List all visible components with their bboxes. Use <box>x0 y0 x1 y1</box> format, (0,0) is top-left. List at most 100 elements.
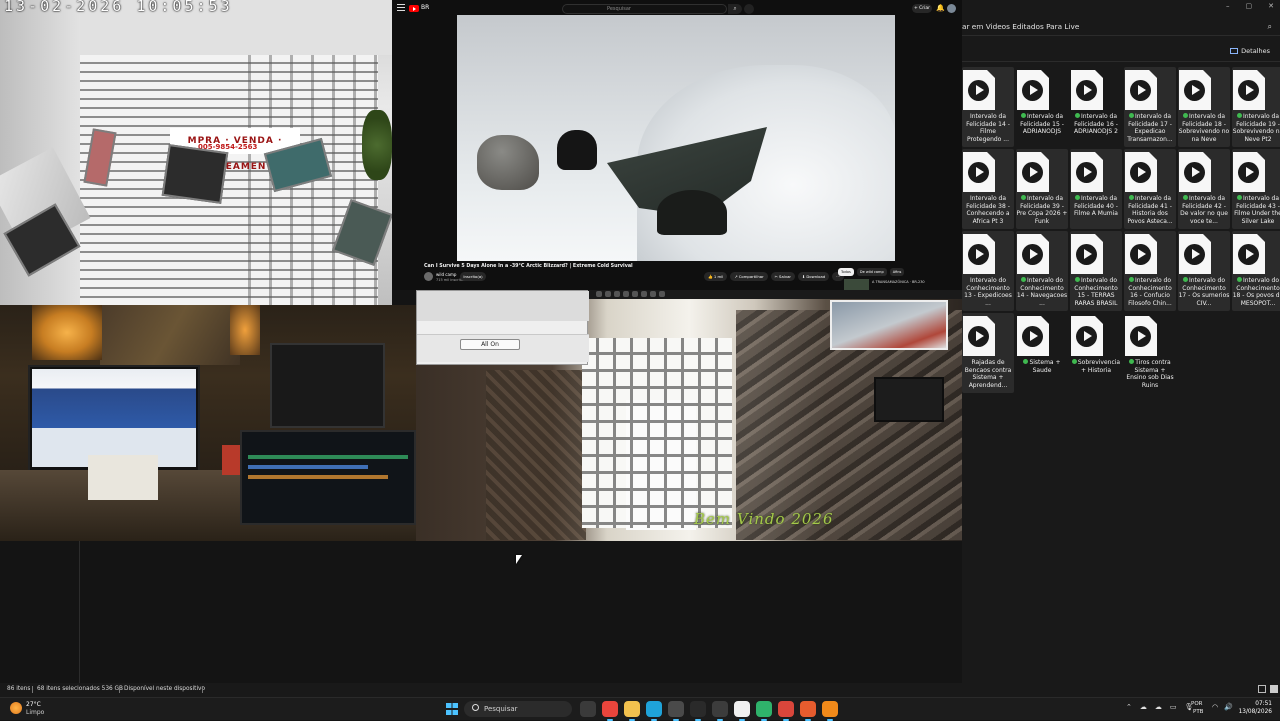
language-indicator[interactable]: POR <box>1191 701 1202 707</box>
onedrive-icon[interactable]: ☁ <box>1155 703 1162 711</box>
video-player[interactable] <box>457 15 895 261</box>
media-player-icon[interactable] <box>734 701 750 721</box>
green-app-icon[interactable] <box>756 701 772 721</box>
avatar[interactable] <box>947 4 956 13</box>
close-icon[interactable]: ✕ <box>1268 2 1274 10</box>
search-icon[interactable]: ⌕ <box>728 4 742 14</box>
menu-icon[interactable] <box>397 4 405 11</box>
obs-icon[interactable] <box>712 701 728 721</box>
weather-temperature[interactable]: 27°C <box>26 701 41 708</box>
file-item[interactable]: Intervalo da Felicidade 40 - Filme A Mum… <box>1070 149 1122 229</box>
channel-name[interactable]: wild camp <box>436 272 456 277</box>
chip-all[interactable]: Todos <box>838 268 854 276</box>
pane-divider[interactable] <box>79 541 80 684</box>
chrome-icon[interactable] <box>602 701 618 721</box>
file-item[interactable]: Intervalo da Felicidade 39 - Pre Copa 20… <box>1016 149 1068 229</box>
cloud-icon[interactable]: ☁ <box>1140 703 1147 711</box>
plant <box>362 110 392 180</box>
sync-status-icon <box>1020 113 1026 118</box>
save-button[interactable]: ✂ Salvar <box>770 272 795 281</box>
weather-icon[interactable] <box>10 702 22 714</box>
search-icon[interactable]: ⌕ <box>1268 22 1272 32</box>
file-name: Intervalo da Felicidade 14 - Filme Prote… <box>962 113 1014 143</box>
chip-related[interactable]: Afins <box>889 268 905 276</box>
youtube-search-input[interactable]: Pesquisar <box>562 4 727 14</box>
item-count: 86 itens <box>7 686 31 692</box>
file-name-text: Intervalo da Felicidade 14 - Filme Prote… <box>966 113 1010 143</box>
minimize-icon[interactable]: – <box>1226 2 1230 10</box>
calculator-icon[interactable] <box>668 701 684 721</box>
create-button[interactable]: + Criar <box>912 4 932 13</box>
address-path[interactable]: ar em Videos Editados Para Live <box>962 22 1079 31</box>
sync-status-icon <box>1236 277 1242 282</box>
clock-time[interactable]: 07:51 <box>1255 701 1272 707</box>
details-button[interactable]: Detalhes <box>1230 47 1270 55</box>
youtube-region: BR <box>421 4 430 11</box>
clock-date[interactable]: 13/08/2026 <box>1239 709 1272 715</box>
file-item[interactable]: Intervalo da Felicidade 43 - Filme Under… <box>1232 149 1280 229</box>
details-view-icon[interactable] <box>1258 685 1266 693</box>
maximize-icon[interactable]: ▢ <box>1246 2 1253 10</box>
suggested-video-title[interactable]: A TRANSAMAZÔNICA · BR-230 <box>872 280 925 284</box>
task-view-icon[interactable] <box>580 701 596 717</box>
file-item[interactable]: Intervalo do Conhecimento 13 - Expedicoe… <box>962 231 1014 311</box>
bell-icon[interactable]: 🔔 <box>936 4 945 13</box>
youtube-logo-icon[interactable] <box>409 5 419 12</box>
file-item[interactable]: Intervalo do Conhecimento 17 - Os sumeri… <box>1178 231 1230 311</box>
file-item[interactable]: Intervalo da Felicidade 41 - Historia do… <box>1124 149 1176 229</box>
play-icon <box>1238 244 1259 265</box>
subscribe-button[interactable]: Inscrito(a) <box>460 272 486 281</box>
mic-icon[interactable] <box>744 4 754 14</box>
chip-from-channel[interactable]: De wild camp <box>856 268 887 276</box>
file-item[interactable]: Intervalo do Conhecimento 14 - Navegacoe… <box>1016 231 1068 311</box>
app-icon <box>632 291 638 297</box>
file-item[interactable]: Intervalo do Conhecimento 15 - TERRAS RA… <box>1070 231 1122 311</box>
room-wall-art <box>100 305 240 365</box>
file-item[interactable]: Intervalo da Felicidade 19 - Sobrevivend… <box>1232 67 1280 147</box>
tiles-view-icon[interactable] <box>1270 685 1278 693</box>
capcut-icon[interactable] <box>690 701 706 721</box>
strip-icons <box>596 291 665 297</box>
play-icon <box>1076 80 1097 101</box>
weather-condition[interactable]: Limpo <box>26 709 44 716</box>
play-icon <box>1184 244 1205 265</box>
file-item[interactable]: Intervalo da Felicidade 14 - Filme Prote… <box>962 67 1014 147</box>
file-grid: Intervalo da Felicidade 14 - Filme Prote… <box>962 67 1280 395</box>
download-button[interactable]: ⬇ Download <box>797 272 830 281</box>
all-on-button[interactable]: All On <box>460 339 520 350</box>
share-button[interactable]: ↗ Compartilhar <box>730 272 768 281</box>
file-item[interactable]: Intervalo da Felicidade 15 - ADRIANODJS <box>1016 67 1068 147</box>
channel-avatar[interactable] <box>424 272 433 281</box>
suggested-video-thumbnail[interactable] <box>844 279 869 290</box>
file-name-text: Intervalo da Felicidade 40 - Filme A Mum… <box>1074 195 1118 218</box>
wifi-icon[interactable]: ◠ <box>1212 703 1218 711</box>
file-item[interactable]: Sistema + Saude <box>1016 313 1068 393</box>
file-item[interactable]: Rajadas de Bencaos contra Sistema + Apre… <box>962 313 1014 393</box>
chrome-profile-icon[interactable] <box>778 701 794 721</box>
file-item[interactable]: Intervalo da Felicidade 38 - Conhecendo … <box>962 149 1014 229</box>
file-explorer-icon[interactable] <box>624 701 640 721</box>
file-item[interactable]: Tiros contra Sistema + Ensino sob Dias R… <box>1124 313 1176 393</box>
video-actions: 👍 1 mil ↗ Compartilhar ✂ Salvar ⬇ Downlo… <box>704 272 844 281</box>
file-item[interactable]: Intervalo da Felicidade 18 - Sobrevivend… <box>1178 67 1230 147</box>
file-item[interactable]: Sobrevivencia + Historia <box>1070 313 1122 393</box>
battery-icon[interactable]: ▭ <box>1170 703 1177 711</box>
keyboard-layout[interactable]: PTB <box>1193 709 1203 715</box>
chevron-up-icon[interactable]: ⌃ <box>1126 703 1132 711</box>
chrome-profile2-icon[interactable] <box>800 701 816 721</box>
volume-icon[interactable]: 🔊 <box>1224 703 1233 711</box>
vlc-icon[interactable] <box>822 701 838 721</box>
edge-icon[interactable] <box>646 701 662 721</box>
file-name: Intervalo do Conhecimento 17 - Os sumeri… <box>1178 277 1230 307</box>
taskbar-search[interactable]: Pesquisar <box>464 701 572 717</box>
like-button[interactable]: 👍 1 mil <box>704 272 728 281</box>
start-icon[interactable] <box>446 703 458 715</box>
details-pane-icon <box>1230 48 1239 54</box>
file-item[interactable]: Intervalo do Conhecimento 16 - Confucio … <box>1124 231 1176 311</box>
file-item[interactable]: Intervalo da Felicidade 16 - ADRIANODJS … <box>1070 67 1122 147</box>
file-item[interactable]: Intervalo da Felicidade 17 - Expedicao T… <box>1124 67 1176 147</box>
file-name-text: Intervalo da Felicidade 42 - De valor no… <box>1180 195 1228 225</box>
file-item[interactable]: Intervalo da Felicidade 42 - De valor no… <box>1178 149 1230 229</box>
quick-settings[interactable]: ◠ 🔊 <box>1212 703 1233 711</box>
file-item[interactable]: Intervalo do Conhecimento 18 - Os povos … <box>1232 231 1280 311</box>
